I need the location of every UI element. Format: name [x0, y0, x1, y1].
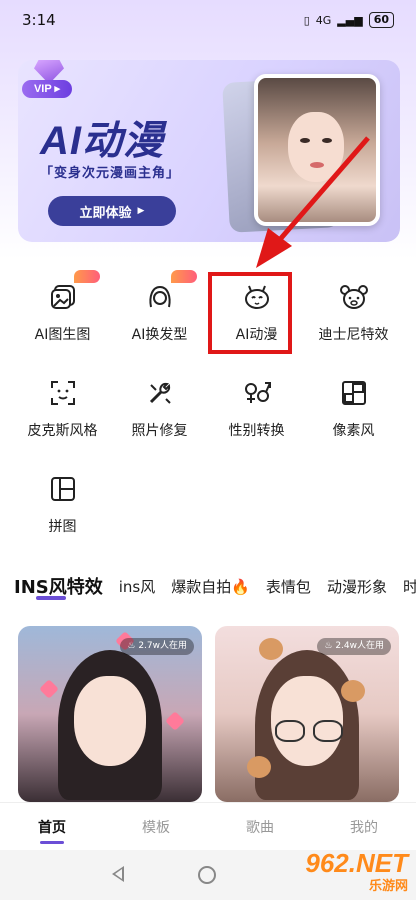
feature-label: AI图生图 — [34, 327, 91, 343]
feature-label: 皮克斯风格 — [27, 423, 98, 439]
home-icon[interactable] — [198, 866, 216, 884]
vip-badge: VIP ▸ — [22, 60, 76, 100]
vip-label: VIP ▸ — [22, 80, 72, 98]
watermark-sub: 乐游网 — [368, 878, 408, 894]
tab-active-indicator — [36, 596, 66, 600]
bear-sticker-icon — [341, 680, 365, 702]
tab-anime-avatar[interactable]: 动漫形象 — [327, 576, 387, 597]
category-tabs: INS风特效 ins风 爆款自拍🔥 表情包 动漫形象 时 — [14, 566, 416, 606]
banner-title: AI动漫 — [40, 119, 164, 163]
feature-ai-hairstyle[interactable]: AI换发型 — [111, 266, 208, 344]
feature-label: AI换发型 — [131, 327, 188, 343]
bear-icon — [339, 282, 369, 312]
feature-ai-image-gen[interactable]: AI图生图 — [14, 266, 111, 344]
annotation-highlight-box — [208, 272, 292, 354]
battery-icon: 60 — [368, 12, 394, 28]
bottom-navigation: 首页 模板 歌曲 我的 — [0, 802, 416, 850]
pixel-icon — [339, 378, 369, 408]
heart-sticker-icon — [165, 711, 185, 731]
status-time: 3:14 — [22, 11, 56, 29]
feature-disney-effect[interactable]: 迪士尼特效 — [305, 266, 402, 344]
tab-more[interactable]: 时 — [403, 576, 416, 597]
tab-emoji[interactable]: 表情包 — [266, 576, 311, 597]
nav-songs-label: 歌曲 — [246, 819, 274, 836]
feature-collage[interactable]: 拼图 — [14, 458, 111, 536]
template-card[interactable]: ♨ 2.4w人在用 — [215, 626, 399, 802]
hot-badge — [74, 270, 100, 283]
play-arrow-icon: ▶ — [137, 206, 145, 216]
banner-photo-anime — [254, 74, 380, 226]
tab-ins-style[interactable]: ins风 — [119, 576, 156, 597]
bear-sticker-icon — [259, 638, 283, 660]
banner-subtitle: 「变身次元漫画主角」 — [40, 166, 181, 181]
hot-badge — [171, 270, 197, 283]
feature-photo-repair[interactable]: 照片修复 — [111, 362, 208, 440]
signal-icon: ▂▄▆ — [337, 13, 363, 27]
heart-sticker-icon — [39, 679, 59, 699]
nav-templates[interactable]: 模板 — [104, 803, 208, 850]
card-photo-face — [74, 676, 146, 766]
gender-icon — [242, 378, 272, 408]
usage-badge: ♨ 2.7w人在用 — [120, 638, 194, 655]
nav-mine-label: 我的 — [350, 819, 378, 836]
try-now-button[interactable]: 立即体验 ▶ — [48, 196, 176, 226]
feature-label: 拼图 — [48, 519, 77, 535]
bear-sticker-icon — [247, 756, 271, 778]
signal-type: 4G — [315, 13, 332, 27]
face-scan-icon — [48, 378, 78, 408]
vibrate-icon: ▯ — [303, 13, 310, 27]
nav-active-indicator — [40, 841, 64, 844]
back-icon-inner — [115, 869, 122, 879]
repair-tools-icon — [145, 378, 175, 408]
anime-face-illustration — [288, 112, 344, 182]
image-gen-icon — [48, 282, 78, 312]
feature-label: 像素风 — [332, 423, 375, 439]
status-bar: 3:14 ▯ 4G ▂▄▆ 60 — [0, 0, 416, 40]
feature-pixar-style[interactable]: 皮克斯风格 — [14, 362, 111, 440]
nav-templates-label: 模板 — [142, 819, 170, 836]
feature-label: 迪士尼特效 — [318, 327, 389, 343]
site-watermark: 962.NET 乐游网 — [272, 848, 408, 896]
collage-icon — [48, 474, 78, 504]
feature-label: 照片修复 — [131, 423, 188, 439]
nav-songs[interactable]: 歌曲 — [208, 803, 312, 850]
card-photo-glasses — [275, 720, 345, 742]
hairstyle-icon — [145, 282, 175, 312]
tab-hot-selfie[interactable]: 爆款自拍🔥 — [171, 576, 250, 597]
nav-home-label: 首页 — [38, 819, 66, 836]
nav-mine[interactable]: 我的 — [312, 803, 416, 850]
watermark-logo: 962.NET — [305, 847, 408, 878]
status-icons: ▯ 4G ▂▄▆ 60 — [304, 12, 394, 28]
feature-gender-swap[interactable]: 性别转换 — [208, 362, 305, 440]
nav-home[interactable]: 首页 — [0, 803, 104, 850]
promo-banner[interactable]: VIP ▸ AI动漫 「变身次元漫画主角」 立即体验 ▶ — [18, 60, 400, 242]
feature-pixel-style[interactable]: 像素风 — [305, 362, 402, 440]
try-now-label: 立即体验 — [79, 205, 132, 221]
usage-badge: ♨ 2.4w人在用 — [317, 638, 391, 655]
template-card[interactable]: ♨ 2.7w人在用 — [18, 626, 202, 802]
feature-label: 性别转换 — [228, 423, 285, 439]
